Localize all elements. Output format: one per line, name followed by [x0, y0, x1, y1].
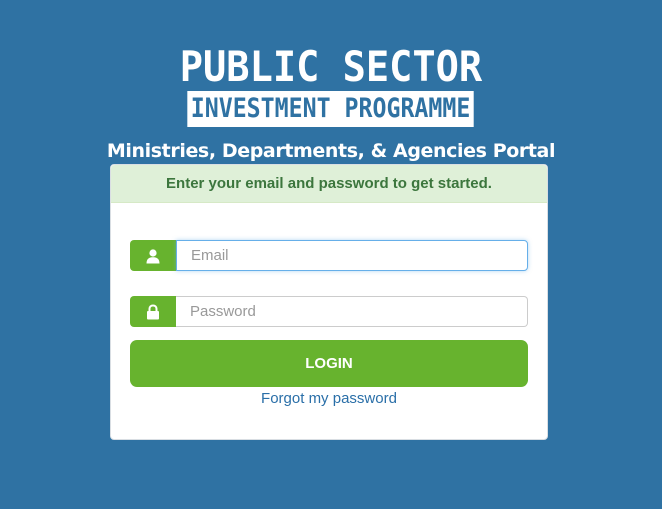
forgot-password-link[interactable]: Forgot my password [111, 390, 547, 408]
lock-icon [130, 296, 176, 327]
portal-subtitle: Ministries, Departments, & Agencies Port… [106, 140, 556, 162]
logo-subtitle: INVESTMENT PROGRAMME [187, 91, 475, 127]
logo-title: PUBLIC SECTOR [179, 42, 483, 91]
password-field[interactable] [176, 296, 528, 327]
login-page: PUBLIC SECTOR INVESTMENT PROGRAMME Minis… [0, 0, 662, 509]
login-card: Enter your email and password to get sta… [110, 164, 548, 440]
login-card-header: Enter your email and password to get sta… [111, 165, 547, 203]
psip-logo: PUBLIC SECTOR INVESTMENT PROGRAMME [0, 44, 662, 127]
email-input-group [130, 240, 528, 271]
email-field[interactable] [176, 240, 528, 271]
user-icon [130, 240, 176, 271]
login-button[interactable]: LOGIN [130, 340, 528, 387]
password-input-group [130, 296, 528, 327]
